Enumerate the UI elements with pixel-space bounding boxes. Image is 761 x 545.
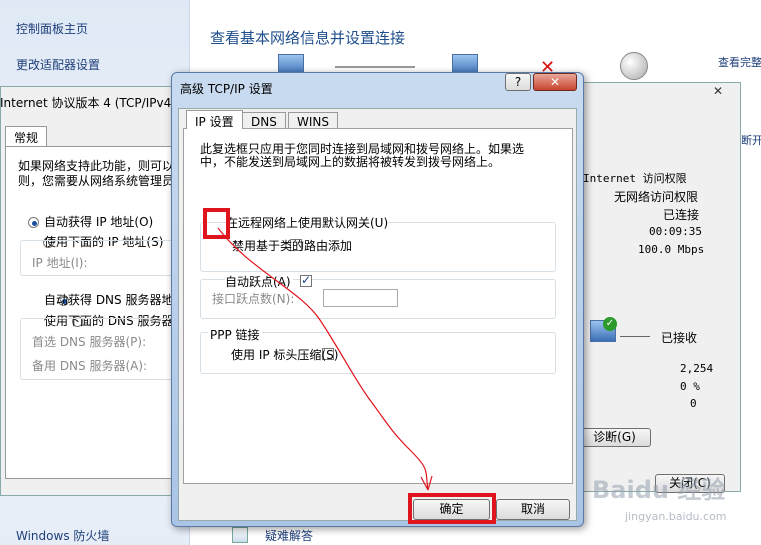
- annotation-arrow: [217, 227, 433, 491]
- watermark-url: jingyan.baidu.com: [625, 510, 727, 523]
- watermark-brand: Baidu 经验: [592, 476, 726, 504]
- tab-ip-settings[interactable]: IP 设置: [186, 110, 243, 129]
